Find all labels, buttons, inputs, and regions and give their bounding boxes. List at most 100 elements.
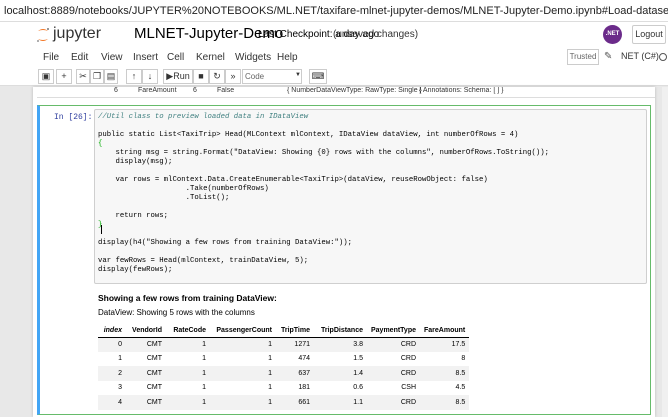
move-down-button[interactable]: ↓ (142, 69, 158, 84)
arrow-up-icon: ↑ (131, 71, 137, 81)
table-cell: 1 (202, 384, 206, 392)
save-icon: ▣ (41, 71, 51, 81)
table-cell: 661 (276, 395, 314, 410)
move-up-button[interactable]: ↑ (126, 69, 142, 84)
paste-button[interactable]: ▤ (104, 69, 118, 84)
table-cell: CRD (367, 337, 420, 352)
prev-cell-0: 6 (114, 87, 118, 94)
code-line-5[interactable]: string msg = string.Format("DataView: Sh… (98, 149, 550, 157)
pencil-icon[interactable]: ✎ (604, 51, 612, 62)
table-cell: 474 (298, 355, 310, 363)
menu-help[interactable]: Help (277, 52, 298, 63)
table-cell: 4 (98, 395, 126, 410)
keyboard-icon: ⌨ (311, 71, 325, 81)
url-bar[interactable]: localhost:8889/notebooks/JUPYTER%20NOTEB… (0, 0, 668, 22)
restart-run-all-button[interactable]: » (225, 69, 241, 84)
table-cell: 8.5 (420, 366, 470, 381)
table-cell: 3.8 (314, 337, 367, 352)
arrow-down-icon: ↓ (147, 71, 153, 81)
prev-cell-5: { Annotations: Schema: [ ] } (419, 87, 504, 94)
table-cell: 1.5 (353, 355, 363, 363)
table-cell: 1 (210, 337, 276, 352)
table-cell: 4.5 (455, 384, 466, 392)
kernel-name: NET (C#) (621, 51, 659, 61)
table-row: 0 CMT 1 1 1271 3.8 CRD 17.5 (98, 337, 470, 352)
prev-cell-1: FareAmount (138, 87, 177, 94)
prev-cell-3: False (217, 87, 235, 94)
table-cell: 1271 (276, 337, 314, 352)
scissors-icon: ✂ (79, 71, 87, 81)
table-cell: 2 (98, 366, 126, 381)
kernel-status-icon (659, 53, 667, 61)
run-label: Run (173, 71, 190, 81)
command-palette-button[interactable]: ⌨ (309, 69, 327, 84)
menu-widgets[interactable]: Widgets (235, 52, 271, 63)
code-line-3[interactable]: public static List<TaxiTrip> Head(MLCont… (98, 131, 518, 139)
table-cell: 1 (166, 337, 210, 352)
trusted-indicator[interactable]: Trusted (567, 49, 599, 65)
table-cell: 1 (210, 395, 276, 410)
table-cell: 1 (166, 395, 210, 410)
code-line-9[interactable]: .Take(numberOfRows) (98, 185, 269, 193)
table-cell: 637 (276, 366, 314, 381)
table-cell: 1.1 (314, 395, 367, 410)
table-cell: CMT (126, 337, 166, 352)
table-cell: 1.4 (314, 366, 367, 381)
restart-button[interactable]: ↻ (209, 69, 225, 84)
table-cell: 1 (268, 355, 272, 363)
cut-button[interactable]: ✂ (76, 69, 90, 84)
interrupt-button[interactable]: ■ (193, 69, 209, 84)
column-header: PaymentType (367, 324, 420, 338)
column-header: PassengerCount (210, 324, 276, 338)
cell-type-select[interactable]: Code (242, 69, 302, 84)
column-header: FareAmount (420, 324, 470, 338)
unsaved-status: (unsaved changes) (333, 29, 419, 40)
notebook-toolbar: ▣ + ✂ ❐ ▤ ↑ ↓ ▶Run ■ ↻ » ⌨ (0, 68, 668, 86)
table-cell: 181 (298, 384, 310, 392)
table-cell: 3 (118, 384, 122, 392)
output-heading: Showing a few rows from training DataVie… (98, 293, 277, 303)
code-line-1[interactable]: //Util class to preview loaded data in I… (98, 113, 308, 121)
vertical-scrollbar[interactable] (662, 87, 668, 417)
table-cell: CMT (126, 395, 166, 410)
table-row: 3 CMT 1 1 181 0.6 CSH 4.5 (98, 381, 469, 396)
table-row: 1 CMT 1 1 474 1.5 CRD 8 (98, 352, 469, 367)
code-line-8[interactable]: var rows = mlContext.Data.CreateEnumerab… (98, 176, 488, 184)
stop-icon: ■ (198, 71, 204, 81)
prev-cell-2: 6 (193, 87, 197, 94)
copy-button[interactable]: ❐ (90, 69, 104, 84)
code-line-17[interactable]: var fewRows = Head(mlContext, trainDataV… (98, 257, 308, 265)
table-cell: CMT (146, 355, 162, 363)
output-message: DataView: Showing 5 rows with the column… (98, 308, 255, 317)
menu-file[interactable]: File (43, 52, 59, 63)
code-line-10[interactable]: .ToList(); (98, 194, 230, 202)
jupyter-brand[interactable]: jupyter (53, 25, 101, 43)
logout-button[interactable]: Logout (632, 25, 666, 44)
code-line-15[interactable]: display(h4("Showing a few rows from trai… (98, 239, 352, 247)
table-cell: CRD (367, 366, 420, 381)
restart-icon: ↻ (213, 71, 221, 81)
jupyter-logo-icon (37, 28, 49, 42)
code-line-4[interactable]: { (98, 140, 102, 148)
insert-cell-button[interactable]: + (56, 69, 72, 84)
code-line-12[interactable]: return rows; (98, 212, 169, 220)
table-cell: CSH (401, 384, 416, 392)
fast-forward-icon: » (230, 71, 236, 81)
menu-edit[interactable]: Edit (71, 52, 88, 63)
table-cell: 0 (98, 337, 126, 352)
table-header-row: index VendorId RateCode PassengerCount T… (98, 324, 470, 338)
column-header: RateCode (166, 324, 210, 338)
code-line-18[interactable]: display(fewRows); (98, 266, 172, 274)
menu-insert[interactable]: Insert (133, 52, 158, 63)
code-line-6[interactable]: display(msg); (98, 158, 173, 166)
menu-cell[interactable]: Cell (167, 52, 184, 63)
save-button[interactable]: ▣ (38, 69, 54, 84)
menu-kernel[interactable]: Kernel (196, 52, 225, 63)
table-row: 2 CMT 1 1 637 1.4 CRD 8.5 (98, 366, 470, 381)
table-cell: 1 (268, 384, 272, 392)
chevron-down-icon: ▼ (295, 72, 301, 78)
output-table: index VendorId RateCode PassengerCount T… (98, 324, 470, 410)
table-cell: CMT (146, 384, 162, 392)
menu-view[interactable]: View (101, 52, 123, 63)
run-button[interactable]: ▶Run (163, 69, 193, 84)
